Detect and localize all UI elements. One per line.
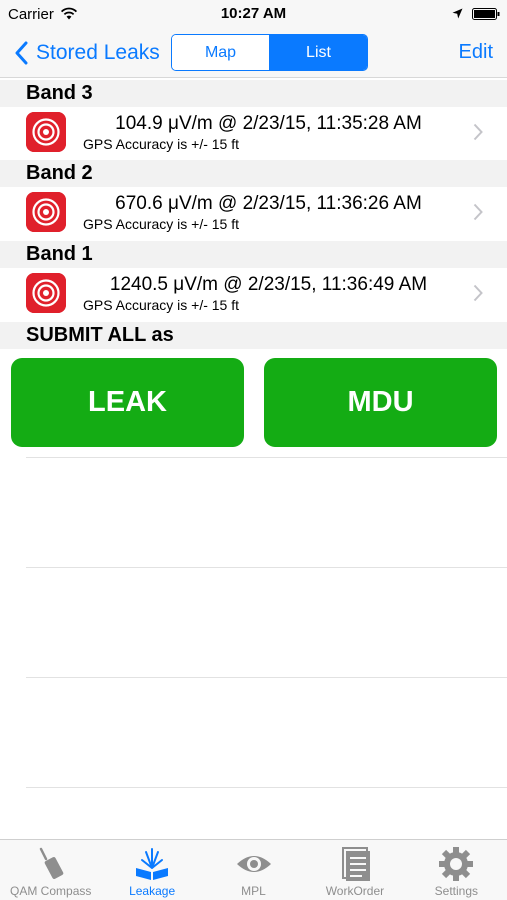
tab-workorder[interactable]: WorkOrder bbox=[304, 840, 405, 900]
tab-label: WorkOrder bbox=[325, 884, 385, 898]
tab-settings[interactable]: Settings bbox=[406, 840, 507, 900]
gps-accuracy: GPS Accuracy is +/- 15 ft bbox=[83, 136, 240, 152]
chevron-right-icon bbox=[473, 284, 483, 302]
divider bbox=[26, 677, 507, 678]
chevron-right-icon bbox=[473, 123, 483, 141]
leak-row[interactable]: 104.9 μV/m @ 2/23/15, 11:35:28 AM GPS Ac… bbox=[0, 107, 507, 159]
leakage-icon bbox=[136, 848, 169, 880]
leak-row[interactable]: 1240.5 μV/m @ 2/23/15, 11:36:49 AM GPS A… bbox=[0, 268, 507, 320]
eye-icon bbox=[236, 856, 271, 872]
leak-reading: 670.6 μV/m @ 2/23/15, 11:36:26 AM bbox=[115, 193, 422, 214]
chevron-left-icon bbox=[15, 41, 28, 65]
clock: 10:27 AM bbox=[220, 5, 287, 22]
tab-leakage[interactable]: Leakage bbox=[101, 840, 202, 900]
segment-map[interactable]: Map bbox=[172, 35, 270, 70]
tab-label: Settings bbox=[434, 884, 478, 898]
back-button[interactable]: Stored Leaks bbox=[14, 38, 160, 68]
back-label: Stored Leaks bbox=[36, 41, 160, 64]
segment-list[interactable]: List bbox=[270, 35, 367, 70]
tab-bar: QAM Compass Leakage MPL WorkOrder Settin… bbox=[0, 839, 507, 900]
navigation-bar: Stored Leaks Map List Edit bbox=[0, 30, 507, 78]
edit-button[interactable]: Edit bbox=[459, 41, 493, 64]
section-header-band-1: Band 1 bbox=[0, 241, 507, 268]
divider bbox=[26, 567, 507, 568]
status-bar: Carrier 10:27 AM bbox=[0, 0, 507, 30]
leak-reading: 1240.5 μV/m @ 2/23/15, 11:36:49 AM bbox=[109, 274, 428, 295]
section-header-band-3: Band 3 bbox=[0, 80, 507, 107]
view-segmented-control: Map List bbox=[171, 34, 368, 71]
location-arrow-icon bbox=[452, 8, 463, 19]
antenna-icon bbox=[39, 847, 63, 879]
tab-label: Leakage bbox=[129, 884, 176, 898]
submit-all-label: SUBMIT ALL as bbox=[0, 322, 507, 349]
tab-label: MPL bbox=[241, 884, 266, 898]
gps-accuracy: GPS Accuracy is +/- 15 ft bbox=[83, 297, 240, 313]
section-header-band-2: Band 2 bbox=[0, 160, 507, 187]
leak-row[interactable]: 670.6 μV/m @ 2/23/15, 11:36:26 AM GPS Ac… bbox=[0, 187, 507, 239]
document-stack-icon bbox=[341, 847, 370, 881]
tab-qam-compass[interactable]: QAM Compass bbox=[0, 840, 101, 900]
battery-icon bbox=[472, 8, 500, 20]
leak-reading: 104.9 μV/m @ 2/23/15, 11:35:28 AM bbox=[115, 113, 422, 134]
chevron-right-icon bbox=[473, 203, 483, 221]
submit-leak-button[interactable]: LEAK bbox=[11, 358, 244, 447]
gear-icon bbox=[439, 847, 474, 881]
submit-mdu-button[interactable]: MDU bbox=[264, 358, 497, 447]
divider bbox=[26, 457, 507, 458]
tab-label: QAM Compass bbox=[10, 884, 92, 898]
tab-mpl[interactable]: MPL bbox=[203, 840, 304, 900]
divider bbox=[26, 787, 507, 788]
gps-accuracy: GPS Accuracy is +/- 15 ft bbox=[83, 216, 240, 232]
